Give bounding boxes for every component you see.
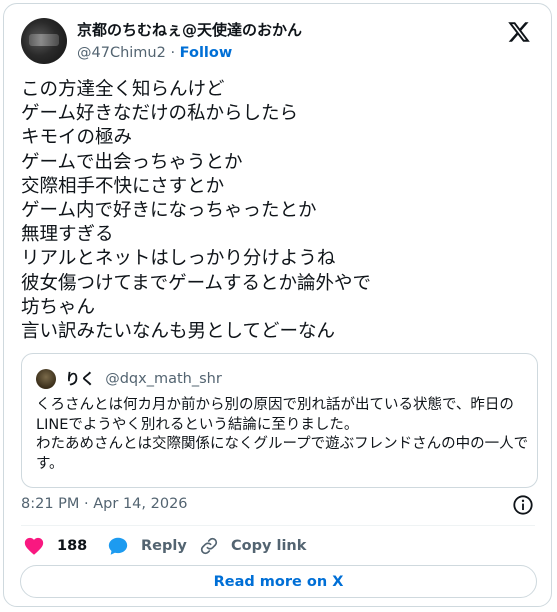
reply-button[interactable]: Reply	[107, 534, 187, 558]
author-avatar[interactable]	[21, 18, 67, 64]
quoted-author-avatar	[36, 368, 56, 389]
author-display-name[interactable]: 京都のちむねぇ@天使達のおかん	[77, 20, 302, 40]
link-icon	[200, 537, 218, 555]
author-handle[interactable]: @47Chimu2	[77, 45, 166, 61]
reply-label: Reply	[141, 538, 187, 554]
like-button[interactable]: 188	[23, 534, 87, 558]
follow-link[interactable]: Follow	[180, 45, 233, 61]
author-handle-line: @47Chimu2 · Follow	[77, 43, 302, 63]
x-logo-icon[interactable]	[507, 20, 531, 44]
copy-link-label: Copy link	[231, 538, 307, 554]
copy-link-button[interactable]: Copy link	[199, 534, 306, 558]
tweet-text: この方達全く知らんけど ゲーム好きなだけの私からしたら キモイの極み ゲームで出…	[21, 79, 372, 343]
tweet-actions: 188 Reply Copy link	[21, 534, 521, 558]
quoted-tweet-text: くろさんとは何カ月か前から別の原因で別れ話が出ている状態で、昨日のLINEでよう…	[36, 397, 529, 472]
author-names: 京都のちむねぇ@天使達のおかん @47Chimu2 · Follow	[77, 20, 302, 63]
tweet-header: 京都のちむねぇ@天使達のおかん @47Chimu2 · Follow	[21, 18, 535, 66]
tweet-timestamp[interactable]: 8:21 PM · Apr 14, 2026	[21, 496, 188, 512]
separator-dot: ·	[170, 45, 180, 61]
quoted-author-name: りく	[65, 370, 96, 388]
like-count: 188	[57, 538, 88, 554]
read-more-button[interactable]: Read more on X	[20, 565, 537, 598]
quoted-author-handle: @dqx_math_shr	[105, 370, 222, 387]
quoted-tweet-header: りく @dqx_math_shr	[36, 368, 222, 390]
tweet-card: 京都のちむねぇ@天使達のおかん @47Chimu2 · Follow この方達全…	[3, 3, 552, 607]
heart-icon	[24, 537, 44, 555]
reply-bubble-icon	[108, 537, 128, 555]
info-icon[interactable]	[512, 494, 534, 516]
quoted-tweet[interactable]: りく @dqx_math_shr くろさんとは何カ月か前から別の原因で別れ話が出…	[21, 353, 538, 488]
divider	[21, 525, 535, 526]
